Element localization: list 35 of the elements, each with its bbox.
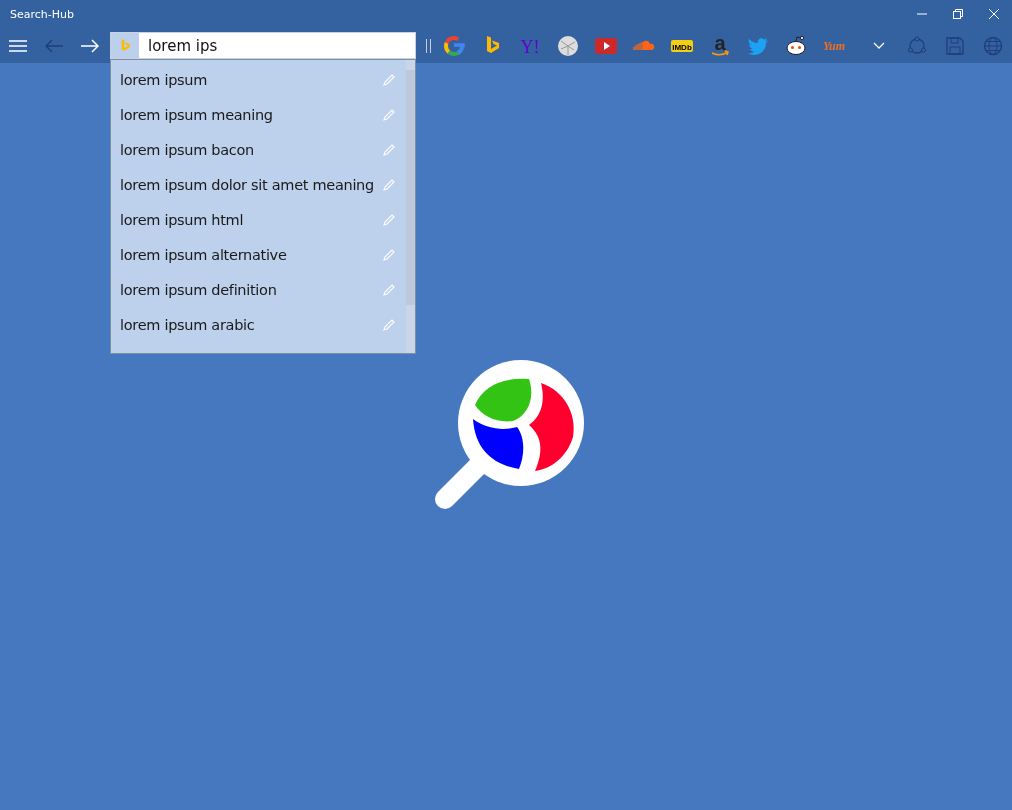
pencil-icon[interactable] [382,177,396,192]
pencil-icon[interactable] [382,247,396,262]
yum-logo-icon: Yum [822,33,846,58]
globe-icon [983,35,1003,56]
search-engine-button[interactable]: IMDb [663,28,701,63]
suggestion-item[interactable]: lorem ipsum definition [111,272,406,307]
restore-icon [953,9,963,19]
engine-selector[interactable] [111,33,139,58]
suggestion-item[interactable]: lorem ipsum meaning [111,97,406,132]
close-icon [989,9,999,19]
drag-handle[interactable] [426,38,431,53]
window-title: Search-Hub [9,7,74,21]
suggestion-item[interactable]: lorem ipsum alternative [111,237,406,272]
suggestion-item[interactable]: lorem ipsum html [111,202,406,237]
left-arrow-icon [45,38,63,53]
right-arrow-icon [81,38,99,53]
share-icon [907,35,927,56]
search-field[interactable]: lorem ips [110,32,416,59]
menu-icon [9,38,27,53]
pencil-icon[interactable] [382,107,396,122]
pencil-icon[interactable] [382,317,396,332]
chevron-down-icon [873,41,885,50]
g-logo-icon [442,33,466,58]
pencil-icon[interactable] [382,282,396,297]
suggestion-item[interactable]: lorem ipsum [111,62,406,97]
suggestion-item[interactable]: lorem ipsum arabic [111,307,406,342]
yahoo-logo-icon: Y! [518,33,542,58]
pencil-icon[interactable] [382,72,396,87]
globe-icon [556,33,580,58]
suggestion-item[interactable]: lorem ipsum bacon [111,132,406,167]
suggestion-item[interactable]: lorem ipsum dolor sit amet meaning [111,167,406,202]
scrollbar[interactable] [406,60,415,353]
pencil-icon[interactable] [382,142,396,157]
pencil-icon[interactable] [382,212,396,227]
alien-icon [784,33,808,58]
